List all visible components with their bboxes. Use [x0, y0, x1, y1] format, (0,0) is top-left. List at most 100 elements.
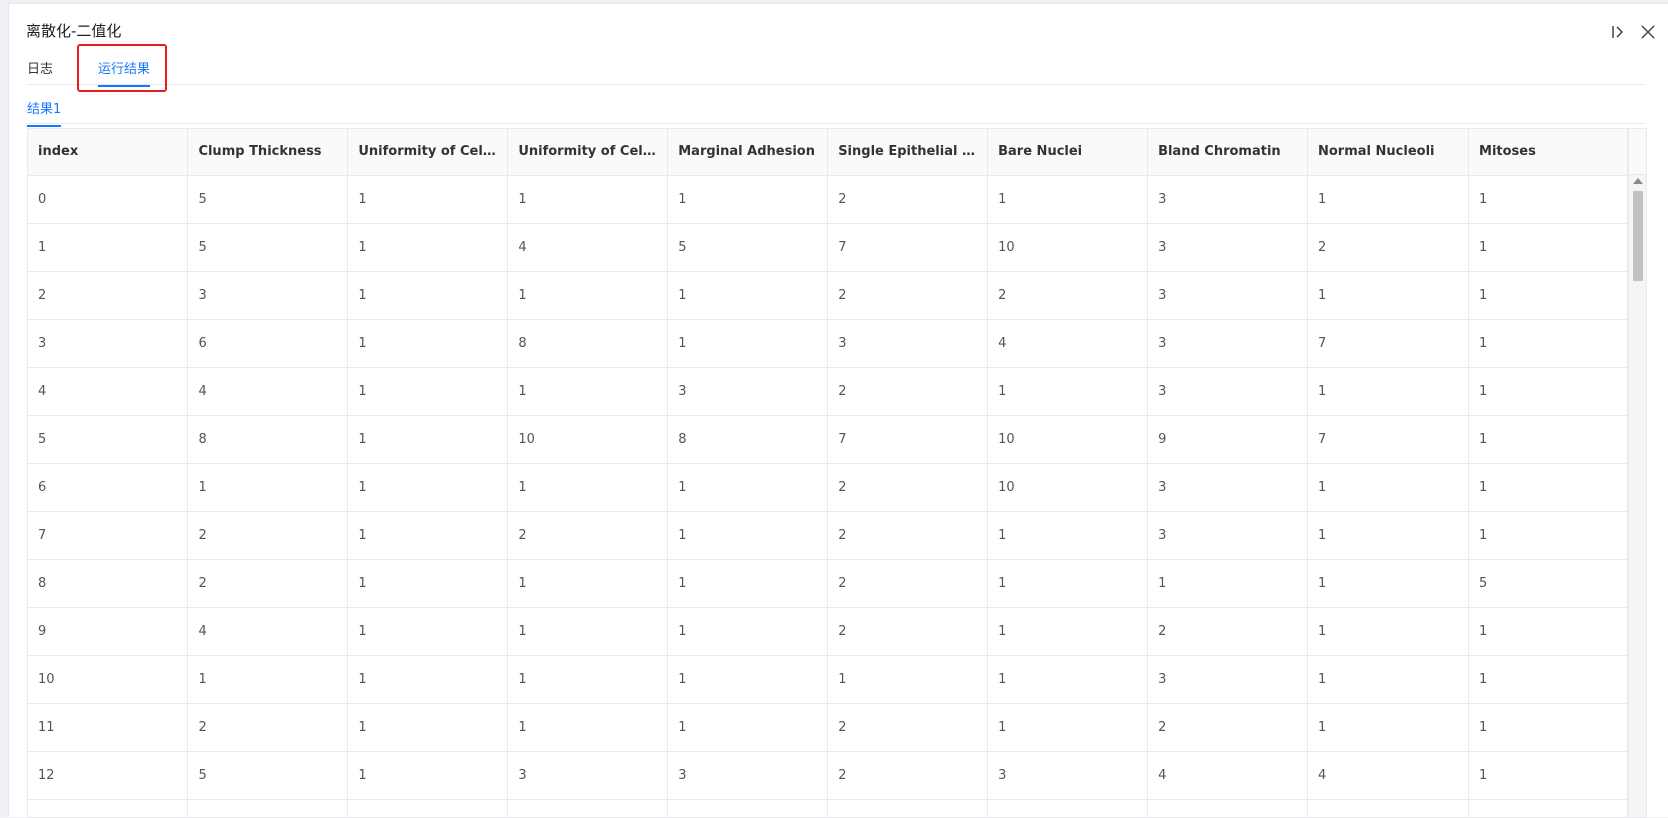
table-cell: 1	[28, 223, 189, 272]
table-cell: 1	[667, 271, 829, 320]
tab-run-results[interactable]: 运行结果	[98, 58, 151, 87]
table-cell: 1	[987, 367, 1149, 416]
column-header[interactable]: Mitoses	[1468, 129, 1628, 176]
table-cell: 1	[187, 655, 349, 704]
column-header[interactable]: Uniformity of Cell ...	[507, 129, 669, 176]
table-cell: 5	[187, 223, 349, 272]
table-cell: 3	[1147, 655, 1308, 704]
column-header[interactable]: Bare Nuclei	[987, 129, 1149, 176]
table-cell: 1	[667, 655, 829, 704]
table-cell: 1	[347, 367, 509, 416]
collapse-panel-icon[interactable]	[1610, 24, 1626, 40]
table-cell: 1	[667, 463, 829, 512]
table-cell: 7	[28, 511, 189, 560]
table-row[interactable]: 6 1 1 1 1 2 10 3 1 1	[28, 463, 1628, 512]
table-cell: 11	[28, 703, 189, 752]
table-cell: 2	[987, 271, 1149, 320]
table-cell: 2	[827, 175, 989, 224]
result-panel: 离散化-二值化 日志 运行结果 结果1 index Clump Thickness…	[8, 3, 1668, 818]
column-header[interactable]: Uniformity of Cell ...	[347, 129, 509, 176]
table-cell: 1	[347, 175, 509, 224]
table-cell: 5	[667, 223, 829, 272]
table-cell: 10	[987, 463, 1149, 512]
table-cell: 3	[667, 751, 829, 800]
table-cell: 1	[507, 655, 669, 704]
table-row[interactable]	[28, 799, 1628, 817]
table-cell: 1	[827, 655, 989, 704]
table-row[interactable]: 8211121115	[28, 559, 1628, 608]
table-cell: 10	[507, 415, 669, 464]
table-cell: 1	[1468, 607, 1628, 656]
table-cell: 1	[1468, 703, 1628, 752]
table-cell	[987, 799, 1149, 817]
table-cell: 1	[987, 175, 1149, 224]
table-cell: 1	[347, 223, 509, 272]
table-row[interactable]: 1 5 1 4 5 7 10 3 2 1	[28, 223, 1628, 272]
column-header[interactable]: Clump Thickness	[187, 129, 349, 176]
table-cell: 3	[1147, 271, 1308, 320]
table-cell: 2	[187, 559, 349, 608]
table-cell: 1	[507, 559, 669, 608]
table-cell: 9	[1147, 415, 1308, 464]
main-tabs: 日志 运行结果	[26, 48, 1646, 87]
table-cell: 3	[28, 319, 189, 368]
table-cell: 3	[1147, 319, 1308, 368]
table-cell: 1	[1307, 175, 1470, 224]
close-icon[interactable]	[1640, 24, 1656, 40]
tab-log[interactable]: 日志	[27, 58, 53, 77]
table-cell: 5	[187, 751, 349, 800]
table-row[interactable]: 3618134371	[28, 319, 1628, 368]
table-cell: 2	[827, 751, 989, 800]
table-row[interactable]: 2311122311	[28, 271, 1628, 320]
table-cell: 1	[1468, 223, 1628, 272]
table-cell: 8	[507, 319, 669, 368]
table-cell: 1	[1468, 367, 1628, 416]
table-row[interactable]: 11 2 1 1 1 2 1 2 1 1	[28, 703, 1628, 752]
table-cell: 10	[28, 655, 189, 704]
table-cell: 1	[1307, 511, 1470, 560]
table-cell: 4	[187, 367, 349, 416]
column-header[interactable]: Single Epithelial C...	[827, 129, 989, 176]
table-cell: 7	[827, 223, 989, 272]
table-cell: 4	[1147, 751, 1308, 800]
result-table-container: index Clump Thickness Uniformity of Cell .…	[27, 128, 1647, 818]
table-cell: 1	[1468, 463, 1628, 512]
table-row[interactable]: 10 1 1 1 1 1 1 3 1 1	[28, 655, 1628, 704]
table-row[interactable]: 5 8 1 10 8 7 10 9 7 1	[28, 415, 1628, 464]
column-header[interactable]: Marginal Adhesion	[667, 129, 829, 176]
table-cell: 6	[187, 319, 349, 368]
table-cell: 3	[1147, 463, 1308, 512]
subtab-result-1[interactable]: 结果1	[27, 98, 62, 127]
table-cell	[28, 799, 189, 817]
table-row[interactable]: 9411121211	[28, 607, 1628, 656]
table-cell: 3	[507, 751, 669, 800]
vertical-scrollbar[interactable]	[1628, 175, 1646, 817]
table-cell	[827, 799, 989, 817]
scroll-up-arrow-icon[interactable]	[1633, 178, 1643, 184]
table-cell: 1	[667, 559, 829, 608]
table-cell: 1	[1468, 751, 1628, 800]
table-cell: 1	[507, 271, 669, 320]
column-header[interactable]: index	[28, 129, 189, 176]
table-cell	[507, 799, 669, 817]
scrollbar-thumb[interactable]	[1633, 191, 1643, 281]
table-cell: 1	[1307, 367, 1470, 416]
table-cell: 2	[827, 559, 989, 608]
table-row[interactable]: 4411321311	[28, 367, 1628, 416]
table-cell: 1	[667, 175, 829, 224]
result-subtabs: 结果1	[26, 94, 1646, 127]
table-cell: 1	[1468, 271, 1628, 320]
panel-title: 离散化-二值化	[26, 22, 122, 40]
table-cell: 1	[1468, 655, 1628, 704]
table-cell: 1	[1307, 607, 1470, 656]
table-cell: 1	[1307, 703, 1470, 752]
table-row[interactable]: 0511121311	[28, 175, 1628, 224]
table-row[interactable]: 7212121311	[28, 511, 1628, 560]
table-cell: 8	[667, 415, 829, 464]
column-header[interactable]: Normal Nucleoli	[1307, 129, 1470, 176]
table-row[interactable]: 12 5 1 3 3 2 3 4 4 1	[28, 751, 1628, 800]
table-cell: 3	[987, 751, 1149, 800]
table-cell: 2	[827, 271, 989, 320]
column-header[interactable]: Bland Chromatin	[1147, 129, 1308, 176]
table-cell: 2	[1307, 223, 1470, 272]
